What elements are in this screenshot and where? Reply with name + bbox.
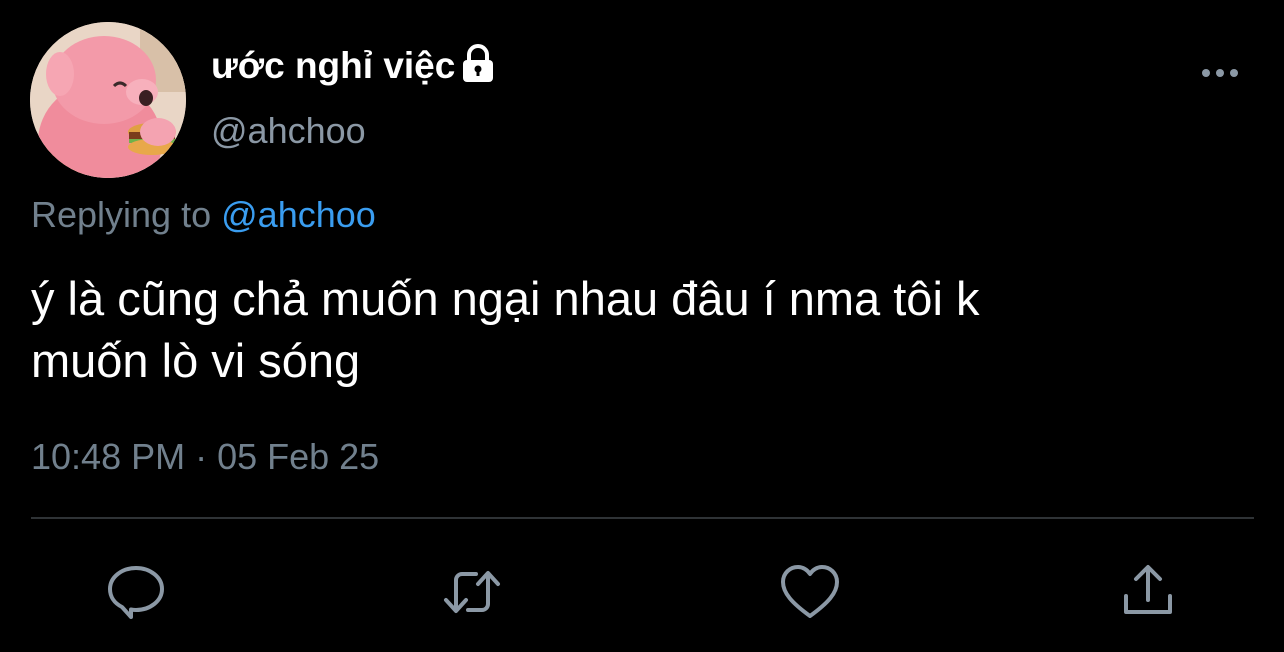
retweet-button[interactable] bbox=[440, 560, 504, 624]
user-handle[interactable]: @ahchoo bbox=[211, 108, 366, 154]
lock-icon bbox=[461, 44, 495, 84]
reply-button[interactable] bbox=[104, 560, 168, 624]
avatar-image bbox=[30, 22, 186, 178]
reply-icon bbox=[108, 566, 164, 619]
display-name-text: ước nghỉ việc bbox=[211, 45, 456, 86]
replying-to-handle-link[interactable]: @ahchoo bbox=[221, 194, 376, 235]
share-button[interactable] bbox=[1116, 560, 1180, 624]
divider bbox=[31, 517, 1254, 519]
display-name[interactable]: ước nghỉ việc bbox=[211, 40, 495, 92]
replying-to: Replying to @ahchoo bbox=[31, 192, 376, 238]
like-icon bbox=[781, 565, 839, 618]
share-icon bbox=[1124, 565, 1172, 614]
more-icon[interactable] bbox=[1196, 56, 1244, 90]
like-button[interactable] bbox=[778, 560, 842, 624]
avatar[interactable] bbox=[30, 22, 186, 178]
replying-to-label: Replying to bbox=[31, 194, 212, 235]
tweet-text: ý là cũng chả muốn ngại nhau đâu í nma t… bbox=[31, 268, 1231, 392]
tweet-text-line: muốn lò vi sóng bbox=[31, 334, 361, 387]
tweet-timestamp[interactable]: 10:48 PM · 05 Feb 25 bbox=[31, 434, 379, 480]
tweet-text-line: ý là cũng chả muốn ngại nhau đâu í nma t… bbox=[31, 272, 980, 325]
retweet-icon bbox=[444, 571, 500, 613]
